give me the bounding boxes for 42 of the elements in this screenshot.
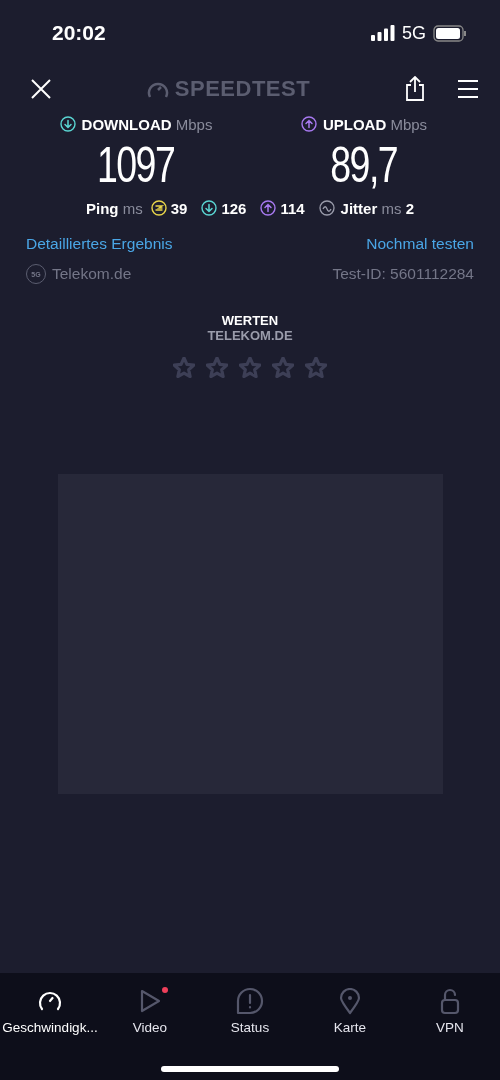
tab-bar-item[interactable]: Karte (300, 987, 400, 1035)
ping-label: Ping ms (86, 199, 143, 217)
network-type: 5G (402, 22, 426, 44)
star-icon[interactable] (305, 357, 327, 378)
detailed-result-link[interactable]: Detailliertes Ergebnis (26, 235, 173, 253)
tab-bar-item[interactable]: VPN (400, 987, 500, 1035)
tab-bar-item[interactable]: Geschwindigk... (0, 987, 100, 1035)
star-icon[interactable] (272, 357, 294, 378)
star-icon[interactable] (206, 357, 228, 378)
play-icon (138, 988, 162, 1014)
test-id: Test-ID: 5601112284 (332, 265, 474, 283)
close-button[interactable] (30, 77, 52, 100)
ping-value: 126 (221, 199, 247, 217)
battery-icon (433, 24, 467, 42)
gauge-icon (36, 989, 64, 1013)
rating-subtitle: TELEKOM.DE (207, 328, 293, 343)
unlocked-padlock-icon (439, 987, 461, 1015)
star-icon[interactable] (239, 357, 261, 378)
clock-time: 20:02 (52, 21, 106, 45)
share-icon[interactable] (405, 75, 425, 102)
menu-icon[interactable] (458, 79, 478, 98)
alert-icon (236, 987, 264, 1015)
tab-bar-item[interactable]: Video (100, 987, 200, 1035)
star-rating[interactable] (173, 357, 327, 378)
speed-value: 1097 (97, 136, 175, 195)
result-label: UPLOAD Mbps (322, 115, 428, 133)
provider-name: Telekom.de (52, 265, 132, 283)
app-logo: SPEEDTEST (174, 75, 311, 102)
rating-title: WERTEN (221, 313, 279, 328)
test-again-link[interactable]: Nochmal testen (366, 235, 474, 253)
ping-value: 39 (170, 199, 188, 217)
star-icon[interactable] (173, 357, 195, 378)
result-label: DOWNLOAD Mbps (81, 115, 213, 133)
ping-icon (150, 200, 167, 216)
ping-value: 114 (280, 199, 305, 217)
tab-bar-item[interactable]: Status (200, 987, 300, 1035)
jitter-icon (318, 200, 335, 216)
map-pin-icon (339, 987, 361, 1015)
speed-value: 89,7 (330, 136, 398, 195)
jitter-label: Jitter ms 2 (340, 199, 414, 217)
signal-icon (371, 25, 395, 41)
close-icon (30, 77, 52, 100)
